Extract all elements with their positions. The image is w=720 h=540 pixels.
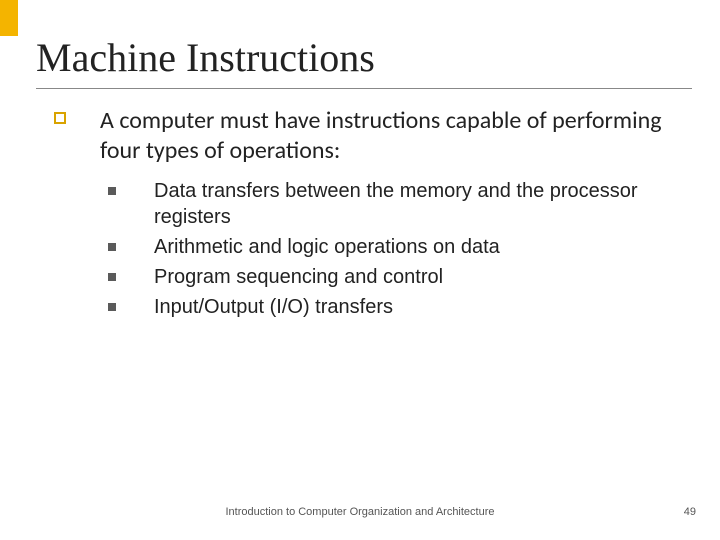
title-underline (36, 88, 692, 89)
slide: Machine Instructions A computer must hav… (0, 0, 720, 540)
list-item: Arithmetic and logic operations on data (108, 234, 650, 260)
square-bullet-icon (108, 187, 116, 195)
list-item-text: Input/Output (I/O) transfers (154, 294, 393, 320)
square-bullet-icon (108, 303, 116, 311)
footer-caption: Introduction to Computer Organization an… (0, 506, 720, 518)
accent-bar (0, 0, 18, 36)
list-item: Input/Output (I/O) transfers (108, 294, 650, 320)
page-title: Machine Instructions (36, 34, 375, 81)
list-item-text: Data transfers between the memory and th… (154, 178, 650, 230)
page-number: 49 (684, 506, 696, 518)
hollow-square-icon (54, 112, 66, 124)
square-bullet-icon (108, 273, 116, 281)
list-item-text: Program sequencing and control (154, 264, 443, 290)
square-bullet-icon (108, 243, 116, 251)
list-item-text: Arithmetic and logic operations on data (154, 234, 500, 260)
list-item: Data transfers between the memory and th… (108, 178, 650, 230)
sub-bullet-list: Data transfers between the memory and th… (108, 178, 650, 324)
list-item: Program sequencing and control (108, 264, 650, 290)
intro-paragraph: A computer must have instructions capabl… (100, 106, 670, 166)
